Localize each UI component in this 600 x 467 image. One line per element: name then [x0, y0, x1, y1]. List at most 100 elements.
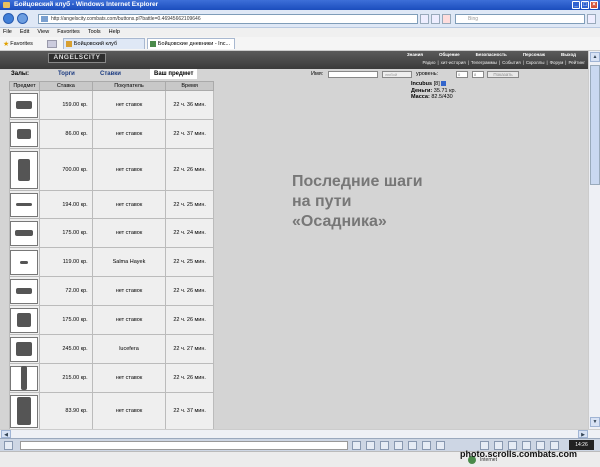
- menu-favorites[interactable]: Favorites: [57, 28, 80, 37]
- name-filter-label: Имя:: [311, 71, 324, 77]
- chat-mode-icon[interactable]: [4, 441, 13, 450]
- table-row[interactable]: 215.00 кр. нет ставок 22 ч. 26 мин.: [9, 363, 214, 393]
- name-filter-input[interactable]: [328, 71, 378, 78]
- info-icon[interactable]: [441, 81, 447, 87]
- scroll-thumb[interactable]: [590, 65, 600, 185]
- url-input[interactable]: http://angelscity.combats.com/buttons.pl…: [38, 14, 418, 24]
- type-select[interactable]: любой: [382, 71, 412, 78]
- smile-icon[interactable]: [380, 441, 389, 450]
- settings-icon[interactable]: [394, 441, 403, 450]
- table-row[interactable]: 83.90 кр. нет ставок 22 ч. 37 мин.: [9, 392, 214, 429]
- table-row[interactable]: 86.00 кр. нет ставок 22 ч. 37 мин.: [9, 119, 214, 149]
- col-time: Время: [165, 81, 214, 91]
- bid-cell: 215.00 кр.: [38, 363, 93, 393]
- item-cell[interactable]: [9, 305, 40, 335]
- menu-help[interactable]: Help: [109, 28, 120, 37]
- vertical-scrollbar[interactable]: ▲ ▼: [588, 51, 600, 429]
- submenu-events[interactable]: События: [501, 60, 522, 65]
- table-row[interactable]: 175.00 кр. нет ставок 22 ч. 24 мин.: [9, 218, 214, 248]
- tab-your-item[interactable]: Ваш предмет: [150, 69, 198, 79]
- menu-character[interactable]: Персонаж: [515, 52, 553, 57]
- send-icon[interactable]: [352, 441, 361, 450]
- level-to-input[interactable]: 8: [472, 71, 484, 78]
- item-image[interactable]: [10, 220, 39, 246]
- menu-edit[interactable]: Edit: [20, 28, 29, 37]
- translit-icon[interactable]: [422, 441, 431, 450]
- compat-button[interactable]: [431, 14, 440, 24]
- scroll-left-button[interactable]: ◀: [1, 430, 11, 438]
- close-button[interactable]: ×: [590, 1, 598, 9]
- show-button[interactable]: Показать: [487, 71, 519, 78]
- item-image[interactable]: [10, 365, 39, 391]
- tab-diaries[interactable]: Бойцовские дневники - Inc...: [146, 38, 235, 49]
- scroll-right-button[interactable]: ▶: [578, 430, 588, 438]
- table-row[interactable]: 72.00 кр. нет ставок 22 ч. 26 мин.: [9, 276, 214, 306]
- item-cell[interactable]: [9, 276, 40, 306]
- menu-security[interactable]: Безопасность: [468, 52, 515, 57]
- favorites-button[interactable]: Favorites: [10, 41, 33, 47]
- filter-icon[interactable]: [366, 441, 375, 450]
- submenu-hit-history[interactable]: хит-история: [440, 60, 467, 65]
- item-image[interactable]: [10, 336, 39, 362]
- item-cell[interactable]: [9, 148, 40, 191]
- maximize-button[interactable]: □: [581, 1, 589, 9]
- refresh-button[interactable]: [420, 14, 429, 24]
- menu-view[interactable]: View: [37, 28, 49, 37]
- scroll-down-button[interactable]: ▼: [590, 417, 600, 427]
- table-row[interactable]: 175.00 кр. нет ставок 22 ч. 26 мин.: [9, 305, 214, 335]
- player-name[interactable]: Incubus: [411, 81, 432, 87]
- item-cell[interactable]: [9, 247, 40, 277]
- stop-button[interactable]: [442, 14, 451, 24]
- menu-knowledge[interactable]: Знания: [399, 52, 431, 57]
- menu-communication[interactable]: Общение: [431, 52, 468, 57]
- table-row[interactable]: 245.00 кр. lucefera 22 ч. 27 мин.: [9, 334, 214, 364]
- minimize-button[interactable]: _: [572, 1, 580, 9]
- item-image[interactable]: [10, 92, 39, 118]
- menu-file[interactable]: File: [3, 28, 12, 37]
- item-image[interactable]: [10, 394, 39, 428]
- item-image[interactable]: [10, 249, 39, 275]
- menu-tools[interactable]: Tools: [88, 28, 101, 37]
- table-row[interactable]: 700.00 кр. нет ставок 22 ч. 26 мин.: [9, 148, 214, 191]
- horizontal-scrollbar[interactable]: ◀ ▶: [0, 429, 600, 438]
- submenu-rating[interactable]: Рейтинг: [567, 60, 586, 65]
- search-icon[interactable]: [587, 14, 596, 24]
- item-cell[interactable]: [9, 190, 40, 219]
- buyer-cell: нет ставок: [91, 363, 167, 393]
- item-cell[interactable]: [9, 392, 40, 429]
- back-button[interactable]: [3, 13, 14, 24]
- clear-icon[interactable]: [408, 441, 417, 450]
- submenu-scrolls[interactable]: Скроллы: [525, 60, 546, 65]
- item-image[interactable]: [10, 121, 39, 147]
- quick-tabs-icon[interactable]: [46, 39, 57, 48]
- table-row[interactable]: 194.00 кр. нет ставок 22 ч. 25 мин.: [9, 190, 214, 219]
- buyer-cell: нет ставок: [91, 276, 167, 306]
- item-cell[interactable]: [9, 363, 40, 393]
- chat-input[interactable]: [20, 441, 348, 450]
- submenu-telegrams[interactable]: Телеграммы: [470, 60, 498, 65]
- table-row[interactable]: 159.00 кр. нет ставок 22 ч. 36 мин.: [9, 90, 214, 120]
- tab-bids[interactable]: Ставки: [100, 69, 121, 79]
- item-image[interactable]: [10, 278, 39, 304]
- item-image[interactable]: [10, 307, 39, 333]
- forward-button[interactable]: [17, 13, 28, 24]
- menu-exit[interactable]: Выход: [553, 52, 584, 57]
- log-icon[interactable]: [436, 441, 445, 450]
- scroll-up-button[interactable]: ▲: [590, 52, 600, 62]
- item-image[interactable]: [10, 150, 39, 189]
- submenu-radio[interactable]: Радио: [421, 60, 436, 65]
- item-image[interactable]: [10, 192, 39, 217]
- game-header: ANGELSCITY Знания Общение Безопасность П…: [0, 51, 588, 69]
- auction-table-wrap: Предмет Ставка Покупатель Время 159.00 к…: [9, 81, 214, 429]
- item-cell[interactable]: [9, 218, 40, 248]
- level-from-input[interactable]: 0: [456, 71, 468, 78]
- item-cell[interactable]: [9, 119, 40, 149]
- item-cell[interactable]: [9, 90, 40, 120]
- tab-fight-club[interactable]: Бойцовский клуб: [62, 38, 145, 49]
- item-cell[interactable]: [9, 334, 40, 364]
- tab-trade[interactable]: Торги: [58, 69, 75, 79]
- item-silhouette: [17, 397, 32, 425]
- search-input[interactable]: Bing: [455, 14, 585, 24]
- table-row[interactable]: 119.00 кр. Salma Hayek 22 ч. 25 мин.: [9, 247, 214, 277]
- submenu-forum[interactable]: Форум: [549, 60, 565, 65]
